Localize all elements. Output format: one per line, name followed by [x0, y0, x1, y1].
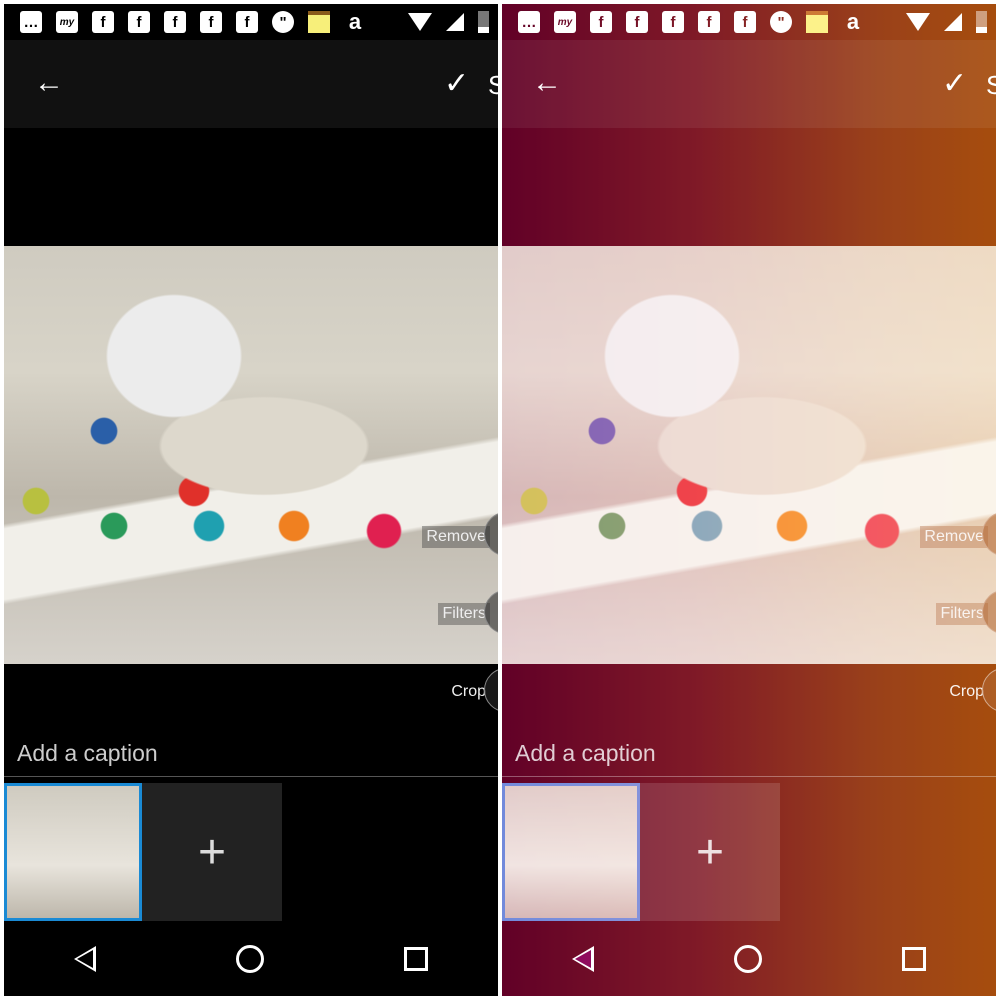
status-bar: … my f f f f f " a [502, 4, 996, 40]
hangouts-icon: " [272, 11, 294, 33]
nav-recents-icon[interactable] [404, 946, 428, 971]
send-button[interactable]: S [986, 70, 996, 101]
crop-circle-icon[interactable] [982, 668, 996, 712]
nav-back-icon[interactable] [74, 945, 96, 972]
selected-photo-thumbnail[interactable] [4, 783, 142, 921]
facebook-icon: f [92, 11, 114, 33]
signal-icon [446, 13, 464, 31]
battery-icon [976, 11, 987, 33]
notes-icon [308, 11, 330, 33]
caption-divider [502, 776, 996, 777]
caption-divider [4, 776, 498, 777]
plus-icon: + [197, 825, 227, 879]
facebook-icon: f [698, 11, 720, 33]
caption-input[interactable]: Add a caption [17, 740, 158, 767]
amazon-icon: a [348, 9, 362, 34]
facebook-icon: f [200, 11, 222, 33]
messages-icon: … [20, 11, 42, 33]
send-button[interactable]: S [488, 70, 498, 101]
nav-back-icon[interactable] [572, 945, 594, 972]
photo-preview [4, 246, 498, 664]
facebook-icon: f [590, 11, 612, 33]
phone-screen: … my f f f f f " a ← ✓ S Remove Filters … [502, 4, 996, 996]
navigation-bar [4, 921, 498, 996]
back-arrow-icon[interactable]: ← [34, 68, 64, 98]
filters-button[interactable]: Filters [438, 603, 490, 625]
facebook-icon: f [662, 11, 684, 33]
facebook-icon: f [626, 11, 648, 33]
battery-icon [478, 11, 489, 33]
hangouts-icon: " [770, 11, 792, 33]
selected-photo-thumbnail[interactable] [502, 783, 640, 921]
caption-input[interactable]: Add a caption [515, 740, 656, 767]
nav-home-icon[interactable] [236, 944, 264, 973]
phone-screen: … my f f f f f " a ← ✓ S Remove Filters … [4, 4, 498, 996]
wifi-icon [906, 13, 930, 31]
crop-circle-icon[interactable] [484, 668, 498, 712]
back-arrow-icon[interactable]: ← [532, 68, 562, 98]
remove-button[interactable]: Remove [422, 526, 490, 548]
filters-button[interactable]: Filters [936, 603, 988, 625]
add-photo-button[interactable]: + [142, 783, 282, 921]
facebook-icon: f [128, 11, 150, 33]
plus-icon: + [695, 825, 725, 879]
myntra-icon: my [56, 11, 78, 33]
navigation-bar [502, 921, 996, 996]
notes-icon [806, 11, 828, 33]
nav-home-icon[interactable] [734, 944, 762, 973]
checkmark-icon[interactable]: ✓ [942, 66, 967, 101]
add-photo-button[interactable]: + [640, 783, 780, 921]
facebook-icon: f [734, 11, 756, 33]
signal-icon [944, 13, 962, 31]
toolbar: ← ✓ S [4, 40, 498, 128]
wifi-icon [408, 13, 432, 31]
facebook-icon: f [164, 11, 186, 33]
facebook-icon: f [236, 11, 258, 33]
remove-button[interactable]: Remove [920, 526, 988, 548]
photo-preview [502, 246, 996, 664]
toolbar: ← ✓ S [502, 40, 996, 128]
myntra-icon: my [554, 11, 576, 33]
nav-recents-icon[interactable] [902, 946, 926, 971]
status-bar: … my f f f f f " a [4, 4, 498, 40]
checkmark-icon[interactable]: ✓ [444, 66, 469, 101]
amazon-icon: a [846, 9, 860, 34]
messages-icon: … [518, 11, 540, 33]
